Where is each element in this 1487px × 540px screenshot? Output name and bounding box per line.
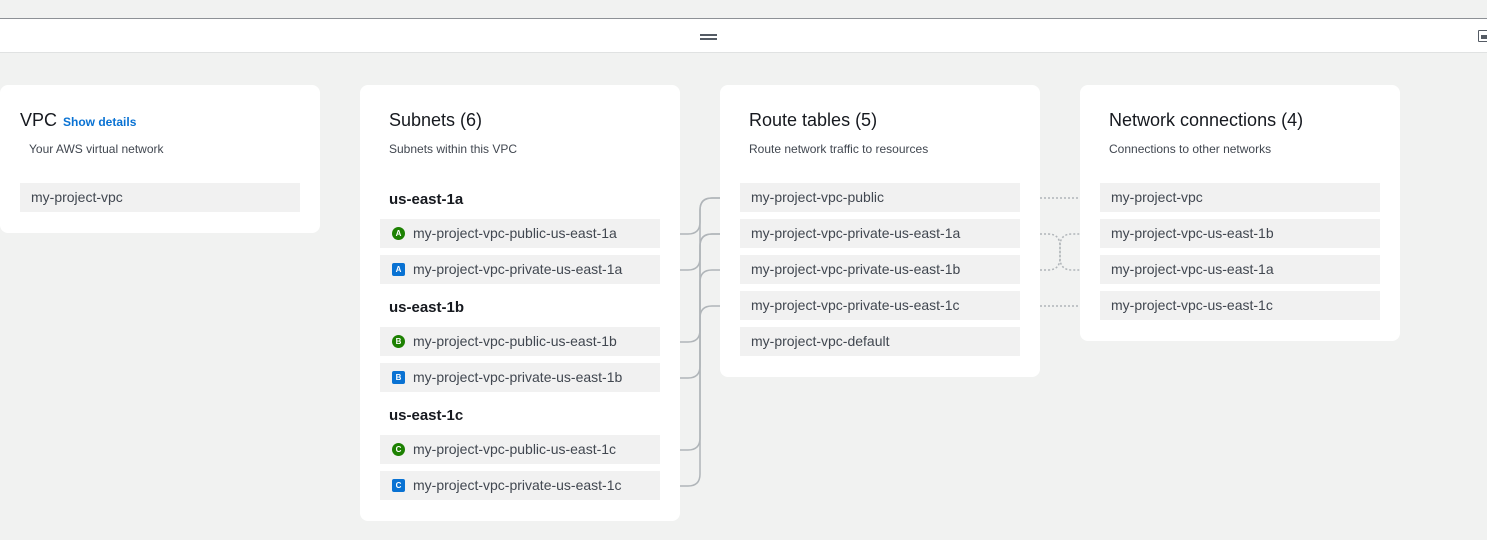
route-tables-subtitle: Route network traffic to resources — [749, 142, 929, 156]
network-connections-title: Network connections (4) — [1109, 110, 1304, 130]
subnets-card: Subnets (6) Subnets within this VPC us-e… — [360, 85, 680, 521]
drag-handle-icon[interactable] — [700, 34, 718, 40]
public-subnet-badge-icon: A — [392, 227, 405, 240]
network-connections-subtitle: Connections to other networks — [1109, 142, 1272, 156]
route-tables-title: Route tables (5) — [749, 110, 878, 130]
resource-map: VPC Show details Your AWS virtual network… — [0, 0, 1487, 540]
route-table-item[interactable]: my-project-vpc-private-us-east-1b — [740, 255, 1020, 284]
subnet-item[interactable]: A my-project-vpc-public-us-east-1a — [380, 219, 660, 248]
vpc-subtitle: Your AWS virtual network — [29, 142, 164, 156]
subnet-item[interactable]: C my-project-vpc-public-us-east-1c — [380, 435, 660, 464]
subnet-item[interactable]: B my-project-vpc-public-us-east-1b — [380, 327, 660, 356]
network-connection-item[interactable]: my-project-vpc-us-east-1c — [1100, 291, 1380, 320]
subnets-title: Subnets (6) — [389, 110, 483, 130]
network-connections-card: Network connections (4) Connections to o… — [1080, 85, 1400, 341]
public-subnet-badge-icon: B — [392, 335, 405, 348]
subnet-label: my-project-vpc-public-us-east-1a — [413, 225, 617, 241]
subnet-label: my-project-vpc-private-us-east-1b — [413, 369, 623, 385]
az-header-us-east-1b: us-east-1b — [389, 299, 465, 316]
private-subnet-badge-icon: C — [392, 479, 405, 492]
private-subnet-badge-icon: B — [392, 371, 405, 384]
split-panel-header — [0, 19, 1487, 53]
az-header-us-east-1a: us-east-1a — [389, 191, 464, 208]
route-table-item[interactable]: my-project-vpc-private-us-east-1c — [740, 291, 1020, 320]
route-table-item[interactable]: my-project-vpc-public — [740, 183, 1020, 212]
panel-layout-icon[interactable] — [1478, 30, 1487, 42]
subnet-item[interactable]: C my-project-vpc-private-us-east-1c — [380, 471, 660, 500]
subnets-subtitle: Subnets within this VPC — [389, 142, 518, 156]
show-details-link[interactable]: Show details — [63, 115, 136, 129]
top-strip — [0, 0, 1487, 19]
private-subnet-badge-icon: A — [392, 263, 405, 276]
vpc-card-title: VPC Show details — [20, 110, 136, 131]
subnet-label: my-project-vpc-public-us-east-1b — [413, 333, 617, 349]
network-connection-item[interactable]: my-project-vpc — [1100, 183, 1380, 212]
public-subnet-badge-icon: C — [392, 443, 405, 456]
route-table-item[interactable]: my-project-vpc-default — [740, 327, 1020, 356]
route-table-item[interactable]: my-project-vpc-private-us-east-1a — [740, 219, 1020, 248]
vpc-card: VPC Show details Your AWS virtual network… — [0, 85, 320, 233]
subnet-item[interactable]: B my-project-vpc-private-us-east-1b — [380, 363, 660, 392]
vpc-title: VPC — [20, 110, 58, 130]
subnet-label: my-project-vpc-private-us-east-1c — [413, 477, 622, 493]
network-connection-item[interactable]: my-project-vpc-us-east-1a — [1100, 255, 1380, 284]
subnet-label: my-project-vpc-private-us-east-1a — [413, 261, 623, 277]
subnet-item[interactable]: A my-project-vpc-private-us-east-1a — [380, 255, 660, 284]
vpc-item[interactable]: my-project-vpc — [20, 183, 300, 212]
az-header-us-east-1c: us-east-1c — [389, 407, 464, 424]
subnet-label: my-project-vpc-public-us-east-1c — [413, 441, 617, 457]
network-connection-item[interactable]: my-project-vpc-us-east-1b — [1100, 219, 1380, 248]
route-tables-card: Route tables (5) Route network traffic t… — [720, 85, 1040, 377]
